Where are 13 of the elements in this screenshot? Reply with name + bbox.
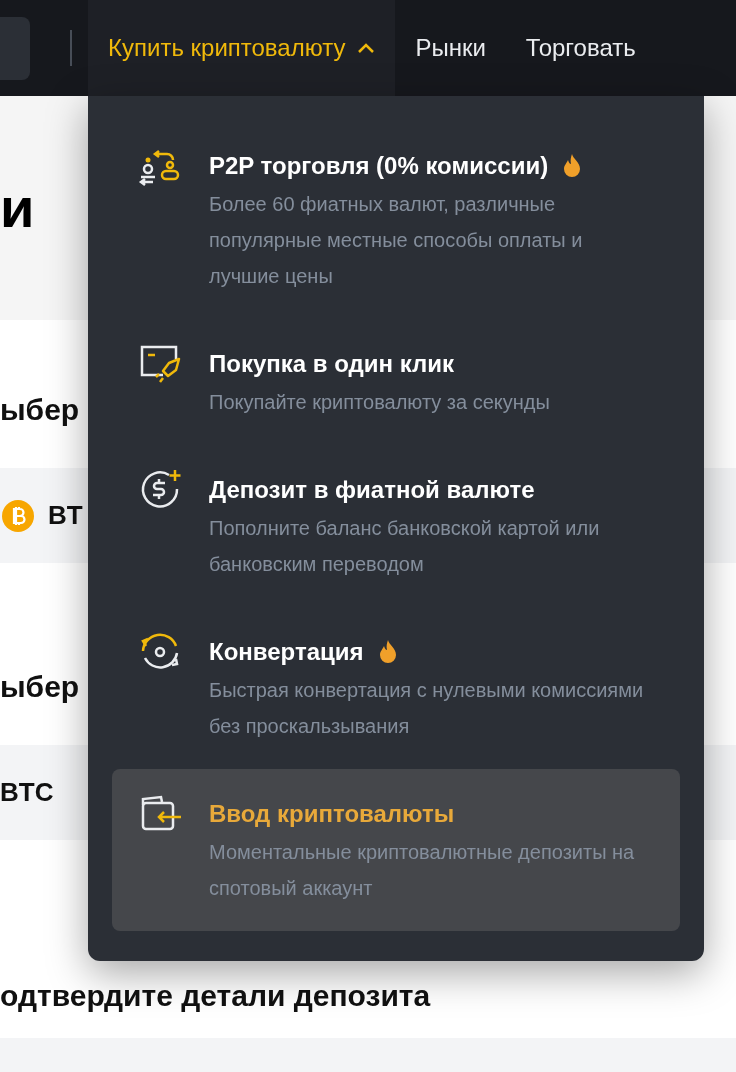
- section-heading: одтвердите детали депозита: [0, 978, 431, 1014]
- nav-link[interactable]: Торговать: [505, 0, 656, 96]
- search-field[interactable]: [0, 16, 30, 80]
- section-heading: ыбер: [0, 392, 80, 428]
- menu-item[interactable]: Ввод криптовалюты Моментальные криптовалютные депозиты на спотовый аккаунт: [112, 769, 680, 931]
- menu-item[interactable]: Покупка в один клик Покупайте криптовалюту за секунды: [112, 319, 680, 445]
- menu-item[interactable]: Депозит в фиатной валюте Пополните баланс банковской картой или банковским переводом: [112, 445, 680, 607]
- section-heading: ыбер: [0, 669, 80, 705]
- page-heading: и: [0, 178, 35, 238]
- menu-item[interactable]: Конвертация Быстрая конвертация с нулевыми комиссиями без проскальзывания: [112, 607, 680, 769]
- nav-link[interactable]: Купить криптовалюту: [88, 0, 396, 96]
- menu-item[interactable]: P2P торговля (0% комиссии) Более 60 фиатных валют, различные популярные местные способы оплаты и лучшие цены: [112, 121, 680, 319]
- nav-link[interactable]: Рынки: [395, 0, 506, 96]
